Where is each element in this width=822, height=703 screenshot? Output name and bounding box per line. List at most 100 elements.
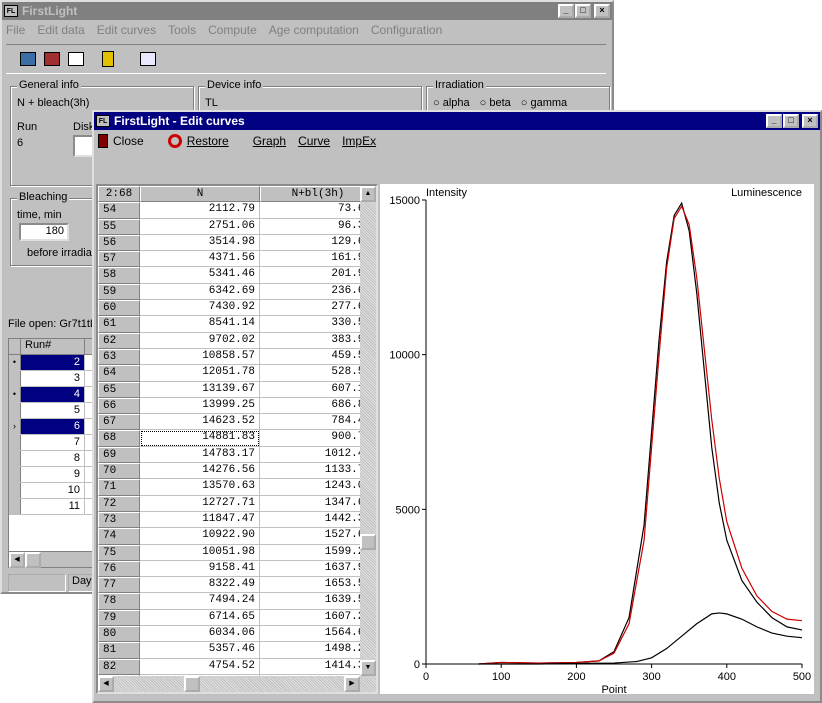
- cell-nbl[interactable]: 96.31: [260, 218, 376, 235]
- table-row[interactable]: 75 10051.98 1599.27: [98, 544, 376, 561]
- cell-nbl[interactable]: 459.55: [260, 348, 376, 366]
- cell-nbl[interactable]: 161.96: [260, 251, 376, 268]
- row-header[interactable]: 61: [98, 316, 140, 333]
- row-header[interactable]: 70: [98, 463, 140, 480]
- row-header[interactable]: 66: [98, 397, 140, 415]
- run-row[interactable]: • 4: [9, 387, 97, 403]
- cell-n[interactable]: 6714.65: [140, 609, 260, 627]
- cell-n[interactable]: 4371.56: [140, 251, 260, 268]
- hscroll-thumb[interactable]: [184, 676, 200, 692]
- table-row[interactable]: 54 2112.79 73.65: [98, 202, 376, 219]
- maximize-button[interactable]: □: [575, 4, 591, 18]
- cell-n[interactable]: 9702.02: [140, 332, 260, 349]
- cell-n[interactable]: 4754.52: [140, 658, 260, 675]
- row-header[interactable]: 77: [98, 577, 140, 594]
- cell-n[interactable]: 14623.52: [140, 414, 260, 431]
- table-row[interactable]: 55 2751.06 96.31: [98, 218, 376, 235]
- run-row[interactable]: 11: [9, 499, 97, 515]
- table-row[interactable]: 60 7430.92 277.60: [98, 300, 376, 317]
- cell-n[interactable]: 14276.56: [140, 463, 260, 480]
- cell-n[interactable]: 3514.98: [140, 234, 260, 252]
- cell-n[interactable]: 13999.25: [140, 397, 260, 415]
- row-header[interactable]: 73: [98, 511, 140, 529]
- table-row[interactable]: 79 6714.65 1607.27: [98, 609, 376, 627]
- cell-n[interactable]: 5357.46: [140, 642, 260, 659]
- row-header[interactable]: 81: [98, 642, 140, 659]
- cell-n[interactable]: 13570.63: [140, 479, 260, 496]
- cell-n[interactable]: 2751.06: [140, 218, 260, 235]
- cell-n[interactable]: 9158.41: [140, 560, 260, 578]
- table-row[interactable]: 57 4371.56 161.96: [98, 251, 376, 268]
- column-header-n[interactable]: N: [140, 186, 260, 203]
- table-row[interactable]: 73 11847.47 1442.31: [98, 511, 376, 529]
- cell-n[interactable]: 6034.06: [140, 626, 260, 643]
- table-row[interactable]: 77 8322.49 1653.59: [98, 577, 376, 594]
- row-header[interactable]: 69: [98, 446, 140, 464]
- scroll-thumb[interactable]: [360, 534, 376, 550]
- row-header[interactable]: 71: [98, 479, 140, 496]
- cell-nbl[interactable]: 236.61: [260, 283, 376, 301]
- cell-n[interactable]: 10051.98: [140, 544, 260, 561]
- menu-edit-data[interactable]: Edit data: [37, 23, 84, 37]
- edit-minimize-button[interactable]: _: [766, 114, 782, 128]
- cell-nbl[interactable]: 1599.27: [260, 544, 376, 561]
- runs-scroll-left[interactable]: ◀: [9, 552, 25, 568]
- close-button[interactable]: ×: [594, 4, 610, 18]
- table-row[interactable]: 70 14276.56 1133.72: [98, 463, 376, 480]
- table-row[interactable]: 67 14623.52 784.47: [98, 414, 376, 431]
- radio-beta[interactable]: ○ beta: [480, 97, 511, 109]
- row-header[interactable]: 75: [98, 544, 140, 561]
- row-header[interactable]: 63: [98, 348, 140, 366]
- scroll-down-button[interactable]: ▼: [360, 660, 376, 676]
- table-row[interactable]: 62 9702.02 383.90: [98, 332, 376, 349]
- toolbar-grid-red-icon[interactable]: [44, 52, 60, 66]
- cell-nbl[interactable]: 1347.67: [260, 495, 376, 512]
- cell-nbl[interactable]: 1414.32: [260, 658, 376, 675]
- cell-nbl[interactable]: 607.18: [260, 381, 376, 398]
- cell-nbl[interactable]: 784.47: [260, 414, 376, 431]
- run-row[interactable]: 5: [9, 403, 97, 419]
- time-field[interactable]: 180: [19, 223, 69, 241]
- cell-nbl[interactable]: 1243.02: [260, 479, 376, 496]
- scroll-left-button[interactable]: ◀: [98, 676, 114, 692]
- row-header[interactable]: 57: [98, 251, 140, 268]
- menu-tools[interactable]: Tools: [168, 23, 196, 37]
- cell-n[interactable]: 7494.24: [140, 593, 260, 610]
- runs-hscroll[interactable]: ◀: [9, 551, 97, 568]
- table-row[interactable]: 68 14881.83 900.78: [98, 430, 376, 447]
- table-row[interactable]: 65 13139.67 607.18: [98, 381, 376, 398]
- graph-menu-item[interactable]: Graph: [253, 134, 286, 148]
- row-header[interactable]: 76: [98, 560, 140, 578]
- row-header[interactable]: 59: [98, 283, 140, 301]
- table-row[interactable]: 59 6342.69 236.61: [98, 283, 376, 301]
- curve-menu-item[interactable]: Curve: [298, 134, 330, 148]
- edit-close-button[interactable]: ×: [802, 114, 818, 128]
- cell-nbl[interactable]: 1527.62: [260, 528, 376, 545]
- close-menu-item[interactable]: Close: [98, 134, 156, 148]
- cell-nbl[interactable]: 73.65: [260, 202, 376, 219]
- row-header[interactable]: 82: [98, 658, 140, 675]
- scroll-right-button[interactable]: ▶: [344, 676, 360, 692]
- cell-nbl[interactable]: 686.83: [260, 397, 376, 415]
- toolbar-grid-icon[interactable]: [20, 52, 36, 66]
- cell-nbl[interactable]: 330.58: [260, 316, 376, 333]
- cell-nbl[interactable]: 1564.61: [260, 626, 376, 643]
- cell-nbl[interactable]: 900.78: [260, 430, 376, 447]
- run-row[interactable]: 3: [9, 371, 97, 387]
- cell-nbl[interactable]: 201.95: [260, 267, 376, 284]
- minimize-button[interactable]: _: [558, 4, 574, 18]
- cell-nbl[interactable]: 277.60: [260, 300, 376, 317]
- run-row[interactable]: 8: [9, 451, 97, 467]
- table-row[interactable]: 66 13999.25 686.83: [98, 397, 376, 415]
- table-hscroll[interactable]: ◀ ▶: [98, 676, 376, 692]
- row-header[interactable]: 68: [98, 430, 140, 447]
- run-row[interactable]: › 6: [9, 419, 97, 435]
- cell-nbl[interactable]: 1637.93: [260, 560, 376, 578]
- run-row[interactable]: 10: [9, 483, 97, 499]
- cell-n[interactable]: 8541.14: [140, 316, 260, 333]
- row-header[interactable]: 67: [98, 414, 140, 431]
- cell-n[interactable]: 14881.83: [140, 430, 260, 447]
- cell-n[interactable]: 5341.46: [140, 267, 260, 284]
- table-vscroll[interactable]: ▲ ▼: [360, 186, 376, 676]
- table-row[interactable]: 63 10858.57 459.55: [98, 348, 376, 366]
